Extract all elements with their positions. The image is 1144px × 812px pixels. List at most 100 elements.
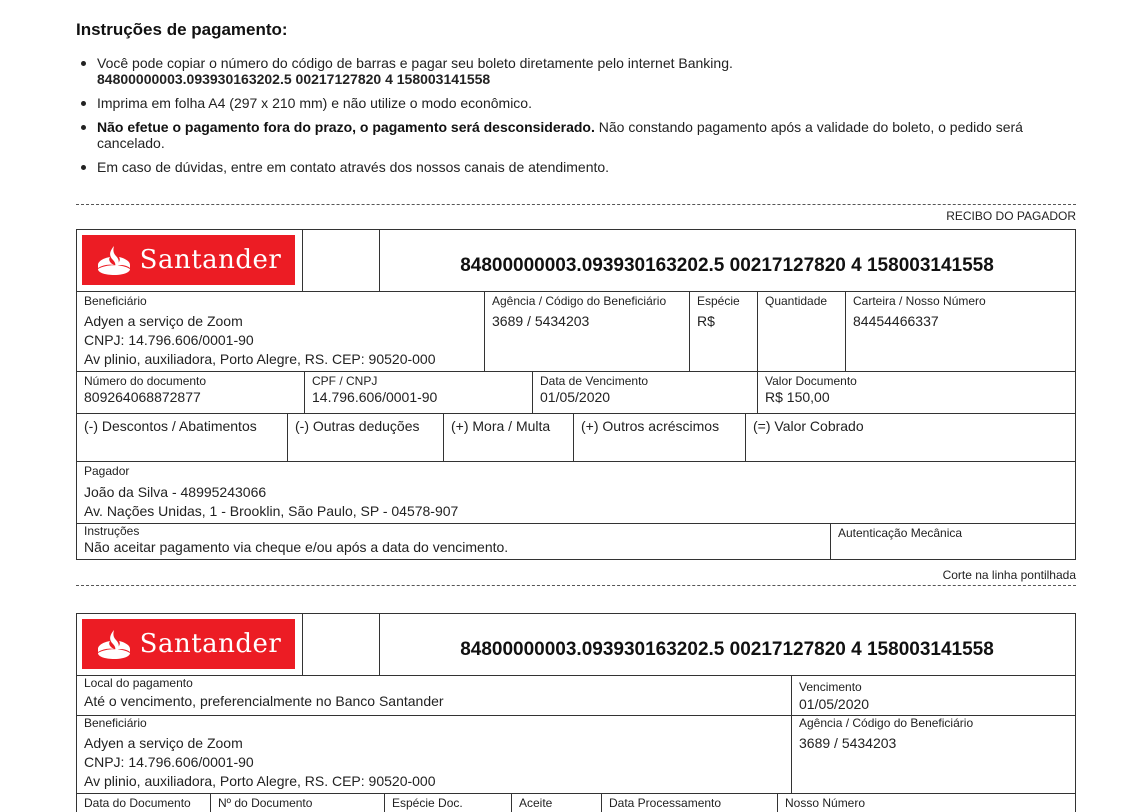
slip-beneficiary-address: Av plinio, auxiliadora, Porto Alegre, RS…	[84, 773, 436, 789]
slip-beneficiary-cnpj: CNPJ: 14.796.606/0001-90	[84, 754, 254, 770]
charged-value-label: (=) Valor Cobrado	[753, 418, 864, 434]
payment-location-value: Até o vencimento, preferencialmente no B…	[84, 693, 444, 709]
discounts-cell: (-) Descontos / Abatimentos	[77, 414, 287, 461]
santander-flame-icon	[97, 246, 130, 275]
compensation-slip: Santander 84800000003.093930163202.5 002…	[76, 613, 1076, 812]
slip-due-date-label: Vencimento	[799, 680, 862, 694]
santander-logo-text: Santander	[139, 245, 282, 275]
slip-due-date-cell: Vencimento 01/05/2020	[791, 676, 1075, 715]
agency-value: 3689 / 5434203	[492, 313, 590, 329]
agency-cell: Agência / Código do Beneficiário 3689 / …	[484, 292, 689, 371]
cpf-value: 14.796.606/0001-90	[312, 389, 438, 405]
instruction-deadline-warning: Não efetue o pagamento fora do prazo, o …	[97, 119, 595, 135]
due-date-value: 01/05/2020	[540, 389, 611, 405]
slip-header: Santander 84800000003.093930163202.5 002…	[77, 614, 1075, 676]
santander-logo: Santander	[82, 235, 295, 285]
slip-beneficiary-label: Beneficiário	[84, 716, 147, 730]
document-type-cell: Espécie Doc.	[384, 794, 511, 812]
instruction-item-deadline: Não efetue o pagamento fora do prazo, o …	[76, 119, 1076, 151]
instruction-print-text: Imprima em folha A4 (297 x 210 mm) e não…	[97, 95, 532, 111]
cut-line	[76, 585, 1076, 586]
payer-label: Pagador	[84, 464, 130, 478]
quantity-label: Quantidade	[765, 294, 828, 308]
receipt-row-beneficiary: Beneficiário Adyen a serviço de Zoom CNP…	[77, 292, 1075, 372]
digitable-line[interactable]: 84800000003.093930163202.5 00217127820 4…	[379, 230, 1075, 292]
authentication-cell: Autenticação Mecânica	[830, 524, 1075, 559]
beneficiary-label: Beneficiário	[84, 294, 147, 308]
santander-logo: Santander	[82, 619, 295, 669]
payer-receipt: Santander 84800000003.093930163202.5 002…	[76, 229, 1076, 560]
currency-value: R$	[697, 313, 715, 329]
document-number-cell: Número do documento 809264068872877	[77, 372, 304, 413]
document-date-cell: Data do Documento	[77, 794, 210, 812]
our-number-cell: Carteira / Nosso Número 84454466337	[845, 292, 1075, 371]
receipt-row-instructions: Instruções Não aceitar pagamento via che…	[77, 524, 1075, 559]
cut-line-label: Corte na linha pontilhada	[942, 568, 1076, 582]
document-number-value: 809264068872877	[84, 389, 201, 405]
slip-row-location: Local do pagamento Até o vencimento, pre…	[77, 676, 1075, 716]
additions-cell: (+) Outros acréscimos	[573, 414, 745, 461]
slip-due-date-value: 01/05/2020	[799, 696, 870, 712]
beneficiary-name: Adyen a serviço de Zoom	[84, 313, 243, 329]
currency-cell: Espécie R$	[689, 292, 757, 371]
slip-document-number-label: Nº do Documento	[218, 796, 313, 810]
receipt-header: Santander 84800000003.093930163202.5 002…	[77, 230, 1075, 292]
slip-beneficiary-cell: Beneficiário Adyen a serviço de Zoom CNP…	[77, 716, 791, 793]
acceptance-cell: Aceite	[511, 794, 601, 812]
document-value-label: Valor Documento	[765, 374, 857, 388]
deductions-label: (-) Outras deduções	[295, 418, 420, 434]
agency-label: Agência / Código do Beneficiário	[492, 294, 667, 308]
currency-label: Espécie	[697, 294, 740, 308]
instructions-list: Você pode copiar o número do código de b…	[76, 55, 1076, 183]
fine-label: (+) Mora / Multa	[451, 418, 551, 434]
acceptance-label: Aceite	[519, 796, 553, 810]
slip-row-beneficiary: Beneficiário Adyen a serviço de Zoom CNP…	[77, 716, 1075, 794]
due-date-label: Data de Vencimento	[540, 374, 649, 388]
slip-agency-value: 3689 / 5434203	[799, 735, 897, 751]
authentication-label: Autenticação Mecânica	[838, 526, 963, 540]
receipt-row-amounts: (-) Descontos / Abatimentos (-) Outras d…	[77, 414, 1075, 462]
slip-agency-label: Agência / Código do Beneficiário	[799, 716, 974, 730]
instruction-item-contact: Em caso de dúvidas, entre em contato atr…	[76, 159, 1076, 175]
header-divider	[302, 230, 303, 291]
fine-cell: (+) Mora / Multa	[443, 414, 573, 461]
slip-beneficiary-name: Adyen a serviço de Zoom	[84, 735, 243, 751]
slip-our-number-label: Nosso Número	[785, 796, 866, 810]
instruction-item-copy: Você pode copiar o número do código de b…	[76, 55, 1076, 87]
additions-label: (+) Outros acréscimos	[581, 418, 720, 434]
document-number-label: Número do documento	[84, 374, 207, 388]
payer-address: Av. Nações Unidas, 1 - Brooklin, São Pau…	[84, 503, 459, 519]
header-divider	[302, 614, 303, 675]
beneficiary-address: Av plinio, auxiliadora, Porto Alegre, RS…	[84, 351, 436, 367]
charged-value-cell: (=) Valor Cobrado	[745, 414, 1075, 461]
beneficiary-cnpj: CNPJ: 14.796.606/0001-90	[84, 332, 254, 348]
santander-logo-text: Santander	[139, 629, 282, 659]
santander-flame-icon	[97, 630, 130, 659]
payment-location-label: Local do pagamento	[84, 676, 193, 690]
instruction-barcode-number[interactable]: 84800000003.093930163202.5 00217127820 4…	[97, 71, 1076, 87]
instructions-label: Instruções	[84, 524, 140, 538]
beneficiary-cell: Beneficiário Adyen a serviço de Zoom CNP…	[77, 292, 484, 371]
document-value-amount: R$ 150,00	[765, 389, 830, 405]
digitable-line[interactable]: 84800000003.093930163202.5 00217127820 4…	[379, 614, 1075, 676]
instructions-value: Não aceitar pagamento via cheque e/ou ap…	[84, 539, 509, 555]
cut-line-top	[76, 204, 1076, 205]
receipt-title: RECIBO DO PAGADOR	[946, 209, 1076, 223]
payment-location-cell: Local do pagamento Até o vencimento, pre…	[77, 676, 791, 715]
slip-document-number-cell: Nº do Documento	[210, 794, 384, 812]
our-number-label: Carteira / Nosso Número	[853, 294, 986, 308]
instruction-contact-text: Em caso de dúvidas, entre em contato atr…	[97, 159, 610, 175]
discounts-label: (-) Descontos / Abatimentos	[84, 418, 257, 434]
document-value-cell: Valor Documento R$ 150,00	[757, 372, 1075, 413]
cpf-cell: CPF / CNPJ 14.796.606/0001-90	[304, 372, 532, 413]
processing-date-cell: Data Processamento	[601, 794, 777, 812]
payer-name: João da Silva - 48995243066	[84, 484, 267, 500]
slip-agency-cell: Agência / Código do Beneficiário 3689 / …	[791, 716, 1075, 793]
instruction-item-print: Imprima em folha A4 (297 x 210 mm) e não…	[76, 95, 1076, 111]
document-type-label: Espécie Doc.	[392, 796, 463, 810]
deductions-cell: (-) Outras deduções	[287, 414, 443, 461]
due-date-cell: Data de Vencimento 01/05/2020	[532, 372, 757, 413]
document-date-label: Data do Documento	[84, 796, 191, 810]
receipt-row-payer: Pagador João da Silva - 48995243066 Av. …	[77, 462, 1075, 524]
payer-cell: Pagador João da Silva - 48995243066 Av. …	[77, 462, 1075, 523]
